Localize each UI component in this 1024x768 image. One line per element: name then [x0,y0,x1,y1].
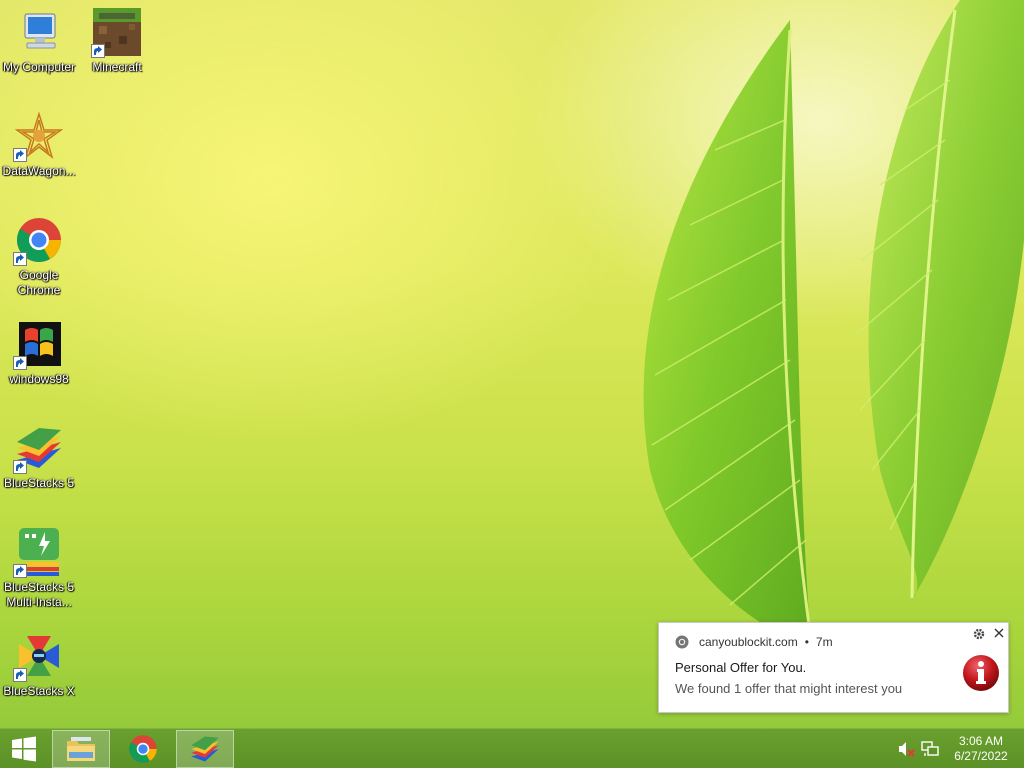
shortcut-arrow-icon [13,564,27,578]
shortcut-arrow-icon [13,252,27,266]
bluestacks-icon [191,736,219,762]
shortcut-arrow-icon [13,460,27,474]
shortcut-arrow-icon [13,668,27,682]
clock-time: 3:06 AM [958,734,1004,748]
desktop-icon-google-chrome[interactable]: Google Chrome [0,216,78,298]
desktop-icon-my-computer[interactable]: My Computer [0,8,78,75]
desktop-icon-minecraft[interactable]: Minecraft [78,8,156,75]
notification-body: We found 1 offer that might interest you [675,681,903,696]
desktop-icon-datawagon[interactable]: DataWagon... [0,111,78,179]
shortcut-arrow-icon [13,148,27,162]
start-button[interactable] [0,729,48,768]
my-computer-icon [15,8,63,56]
bluestacks-x-icon [13,632,63,682]
notification-source: canyoublockit.com [699,635,798,649]
desktop-icon-label: BlueStacks 5 [3,476,75,490]
taskbar: 3:06 AM 6/27/2022 [0,728,1024,768]
chrome-icon [129,735,157,763]
desktop-icon-label: Minecraft [92,60,142,74]
notification-toast[interactable]: canyoublockit.com • 7m Personal Offer fo… [658,622,1009,713]
chrome-small-icon [675,635,689,649]
desktop-icon-label: Google Chrome [17,268,61,297]
taskbar-chrome-button[interactable] [114,730,172,768]
volume-muted-icon[interactable] [898,741,916,757]
desktop-icon-label: BlueStacks X [3,684,75,698]
shortcut-arrow-icon [91,44,105,58]
taskbar-bluestacks-button[interactable] [176,730,234,768]
datawagon-icon [13,111,64,162]
desktop-icon-windows98[interactable]: windows98 [0,320,78,387]
notification-title: Personal Offer for You. [675,660,807,675]
desktop-icon-bluestacks-x[interactable]: BlueStacks X [0,632,78,699]
start-icon [12,736,36,762]
wallpaper [643,0,1024,650]
windows98-icon [13,320,63,370]
notification-header: canyoublockit.com • 7m [675,635,833,649]
desktop-icon-label: My Computer [2,60,76,74]
bluestacks-multi-instance-icon [13,528,63,578]
desktop-icon-bluestacks-multi-instance[interactable]: BlueStacks 5 Multi-Insta... [0,528,78,610]
notification-age: 7m [815,635,833,649]
bluestacks-icon [13,424,63,474]
desktop-icon-bluestacks-5[interactable]: BlueStacks 5 [0,424,78,491]
info-icon [963,655,999,691]
shortcut-arrow-icon [13,356,27,370]
gear-icon[interactable] [973,628,985,640]
file-explorer-icon [67,737,95,761]
taskbar-clock[interactable]: 3:06 AM 6/27/2022 [946,734,1016,764]
chrome-icon [13,216,63,266]
desktop-icon-label: windows98 [9,372,69,386]
desktop-icon-label: DataWagon... [2,164,76,178]
clock-date: 6/27/2022 [954,749,1008,763]
notification-separator: • [804,635,809,649]
taskbar-file-explorer-button[interactable] [52,730,110,768]
close-icon[interactable] [992,626,1006,640]
minecraft-icon [91,8,141,58]
network-icon[interactable] [921,741,939,757]
desktop-icon-label: BlueStacks 5 Multi-Insta... [3,580,75,609]
